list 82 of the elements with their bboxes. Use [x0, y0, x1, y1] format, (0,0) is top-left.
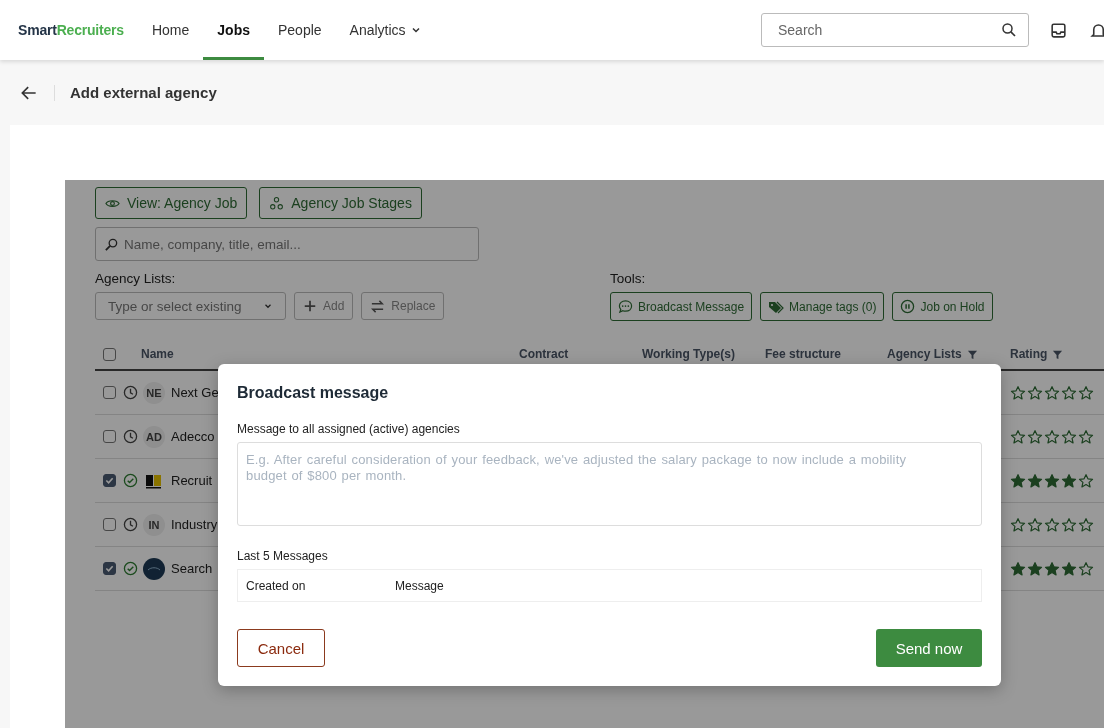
- section-label: Tools:: [610, 270, 647, 288]
- checkbox[interactable]: [103, 386, 116, 399]
- avatar: IN: [143, 513, 165, 536]
- empty-star-icon: [1027, 428, 1043, 445]
- empty-star-icon: [1078, 560, 1094, 577]
- filter-icon[interactable]: [1052, 348, 1064, 360]
- send-button[interactable]: Send now: [876, 629, 982, 667]
- checkbox[interactable]: [103, 474, 116, 487]
- nav-tab[interactable]: People: [264, 0, 336, 60]
- empty-star-icon: [1010, 428, 1026, 445]
- field-label: Message to all assigned (active) agencies: [237, 422, 461, 436]
- tool-button[interactable]: Job on Hold: [892, 292, 993, 321]
- section-label: Agency Lists:: [95, 270, 177, 288]
- column-header: Working Type(s): [642, 347, 735, 361]
- search-icon: [104, 236, 119, 252]
- view-button[interactable]: Agency Job Stages: [259, 187, 422, 219]
- empty-star-icon: [1078, 428, 1094, 445]
- agency-name[interactable]: Industry: [171, 517, 218, 532]
- column-header: Name: [141, 347, 174, 361]
- checkbox[interactable]: [103, 518, 116, 531]
- agency-name[interactable]: Search: [171, 561, 213, 576]
- empty-star-icon: [1061, 384, 1077, 401]
- empty-star-icon: [1044, 516, 1060, 533]
- chat-icon: [618, 299, 633, 314]
- message-field[interactable]: E.g. After careful consideration of your feedback, we've adjusted the salary package to now include a mobility budget of $800 per month.: [237, 442, 982, 526]
- empty-star-icon: [1078, 516, 1094, 533]
- filled-star-icon: [1027, 560, 1043, 577]
- tool-button[interactable]: Broadcast Message: [610, 292, 753, 321]
- pause-icon: [900, 299, 916, 314]
- dialog-title: Broadcast message: [237, 384, 390, 402]
- filled-star-icon: [1061, 472, 1077, 489]
- empty-star-icon: [1027, 384, 1043, 401]
- empty-star-icon: [1044, 384, 1060, 401]
- agency-name[interactable]: Adecco: [171, 429, 215, 444]
- company-logo-icon: [143, 557, 165, 580]
- page-title: Add external agency: [70, 84, 217, 101]
- empty-star-icon: [1061, 516, 1077, 533]
- avatar: NE: [143, 381, 165, 404]
- nodes-icon: [269, 195, 285, 211]
- column-header: Created on: [245, 578, 307, 593]
- empty-star-icon: [1027, 516, 1043, 533]
- section-label: Last 5 Messages: [237, 549, 329, 563]
- checkmark-icon: [105, 564, 114, 573]
- checkmark-icon: [105, 476, 114, 485]
- swap-icon: [370, 298, 386, 314]
- logo[interactable]: SmartRecruiters: [18, 22, 124, 38]
- checkbox[interactable]: [103, 347, 116, 361]
- empty-star-icon: [1044, 428, 1060, 445]
- nav-tab[interactable]: Analytics: [335, 0, 436, 60]
- column-header: Rating: [1010, 347, 1048, 361]
- cancel-button[interactable]: Cancel: [237, 629, 325, 667]
- checkbox[interactable]: [103, 562, 116, 575]
- empty-star-icon: [1078, 384, 1094, 401]
- filled-star-icon: [1027, 472, 1043, 489]
- search-field[interactable]: Name, company, title, email...: [95, 227, 479, 261]
- empty-star-icon: [1010, 516, 1026, 533]
- checkbox[interactable]: [103, 430, 116, 443]
- search-field[interactable]: Search: [761, 13, 1029, 47]
- agency-name[interactable]: Next Ge: [171, 385, 219, 400]
- column-header: Agency Lists: [887, 347, 962, 361]
- agency-name[interactable]: Recruit: [171, 473, 213, 488]
- plus-icon: [303, 299, 317, 313]
- empty-star-icon: [1010, 384, 1026, 401]
- filled-star-icon: [1061, 560, 1077, 577]
- filled-star-icon: [1010, 472, 1026, 489]
- column-header: Contract: [519, 347, 569, 361]
- inbox-icon[interactable]: [1049, 20, 1068, 40]
- avatar: AD: [143, 425, 165, 448]
- search-icon[interactable]: [1000, 21, 1018, 39]
- filter-icon[interactable]: [966, 348, 978, 360]
- list-select[interactable]: Type or select existing: [95, 292, 286, 320]
- filled-star-icon: [1044, 472, 1060, 489]
- empty-star-icon: [1061, 428, 1077, 445]
- column-header: Fee structure: [765, 347, 842, 361]
- empty-star-icon: [1078, 472, 1094, 489]
- filled-star-icon: [1010, 560, 1026, 577]
- tool-button[interactable]: Manage tags (0): [760, 292, 885, 321]
- search-input[interactable]: Name, company, title, email...: [122, 235, 470, 253]
- column-header: Message: [395, 578, 444, 593]
- nav-tab[interactable]: Home: [137, 0, 204, 60]
- filled-star-icon: [1044, 560, 1060, 577]
- view-button[interactable]: View: Agency Job: [95, 187, 248, 219]
